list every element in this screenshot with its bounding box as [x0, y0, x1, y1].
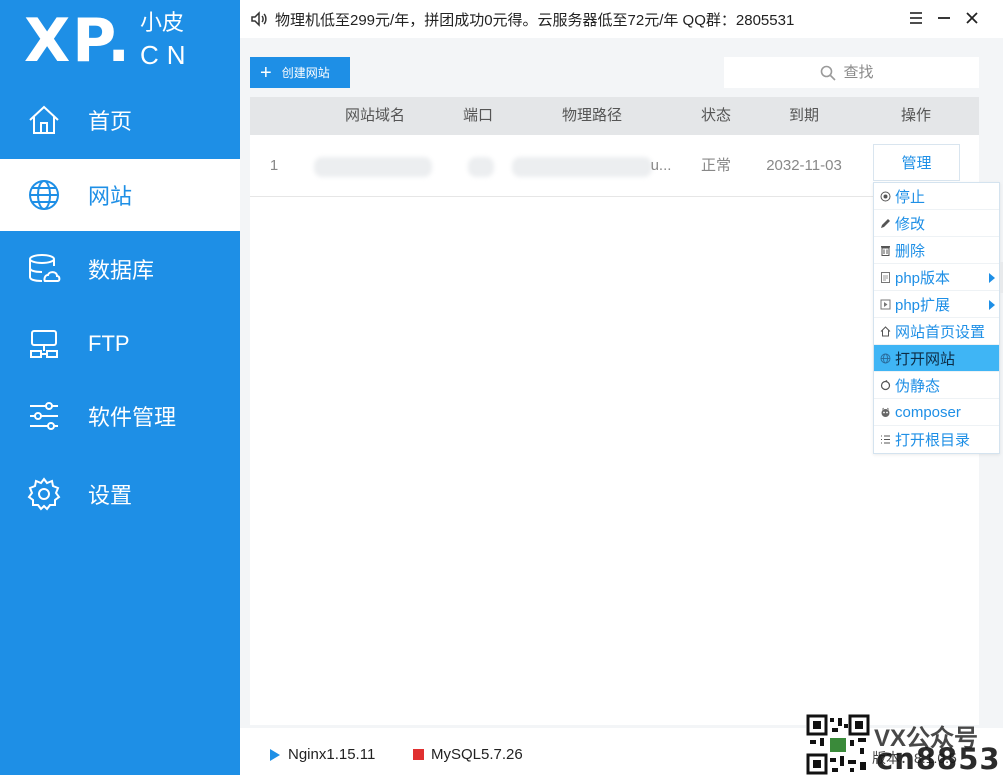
play-icon: [270, 748, 280, 761]
composer-icon: [875, 399, 895, 426]
website-table: 网站域名 端口 物理路径 状态 到期 操作 1 u... 正常 2032-11-…: [250, 97, 979, 725]
search-icon: [820, 65, 844, 81]
table-header: 网站域名 端口 物理路径 状态 到期 操作: [250, 97, 979, 135]
menu-item-php-version[interactable]: php版本: [874, 264, 999, 291]
nginx-status[interactable]: Nginx1.15.11: [270, 746, 375, 763]
path-redacted: [512, 157, 652, 177]
submenu-arrow-icon: [989, 273, 995, 283]
sidebar-item-label: 首页: [88, 109, 133, 134]
column-header-expiry: 到期: [788, 107, 819, 124]
menu-item-open-website[interactable]: 打开网站: [874, 345, 999, 372]
sidebar-item-label: 数据库: [88, 258, 155, 283]
minimize-icon[interactable]: [934, 8, 954, 28]
port-redacted: [468, 157, 494, 177]
sidebar-item-label: FTP: [88, 331, 130, 356]
path-suffix: u...: [650, 157, 672, 174]
sidebar-item-ftp[interactable]: FTP: [0, 308, 240, 380]
list-icon: [875, 426, 895, 453]
menu-item-label: php扩展: [895, 296, 951, 314]
column-header-port: 端口: [462, 107, 493, 124]
menu-item-homepage-settings[interactable]: 网站首页设置: [874, 318, 999, 345]
plus-icon: +: [260, 61, 272, 84]
close-icon[interactable]: [962, 8, 982, 28]
menu-item-label: 网站首页设置: [895, 323, 986, 341]
sidebar-item-home[interactable]: 首页: [0, 84, 240, 156]
sidebar-item-label: 网站: [88, 184, 133, 209]
qr-code: [806, 714, 870, 775]
logo-sub-cn: 小皮: [140, 10, 185, 35]
notice-text[interactable]: 物理机低至299元/年，拼团成功0元得。云服务器低至72元/年 QQ群：2805…: [275, 9, 794, 30]
search-input[interactable]: [843, 64, 884, 81]
search-box[interactable]: [724, 57, 979, 88]
manage-dropdown-menu: 停止 修改 删除 php版本 php扩展 网站首页设置 打开网站 伪静态 com…: [873, 182, 1000, 454]
column-header-domain: 网站域名: [344, 107, 405, 124]
sidebar-item-website[interactable]: 网站: [0, 159, 240, 231]
gear-icon: [26, 476, 62, 512]
sidebar-item-label: 软件管理: [88, 405, 177, 430]
menu-item-label: composer: [895, 403, 961, 421]
watermark-line-2: cn88531: [876, 742, 1003, 775]
menu-item-composer[interactable]: composer: [874, 399, 999, 426]
status-text: 正常: [700, 157, 731, 174]
database-icon: [26, 251, 62, 287]
menu-item-label: 修改: [895, 215, 926, 233]
sidebar-item-settings[interactable]: 设置: [0, 458, 240, 530]
sidebar-item-database[interactable]: 数据库: [0, 233, 240, 305]
trash-icon: [875, 237, 895, 264]
column-header-path: 物理路径: [561, 107, 622, 124]
menu-item-edit[interactable]: 修改: [874, 210, 999, 237]
sidebar-item-software[interactable]: 软件管理: [0, 380, 240, 452]
menu-item-open-root[interactable]: 打开根目录: [874, 426, 999, 453]
menu-icon[interactable]: [906, 8, 926, 28]
column-header-status: 状态: [700, 107, 731, 124]
speaker-icon: [250, 10, 268, 28]
mysql-label: MySQL5.7.26: [431, 746, 523, 763]
column-header-action: 操作: [900, 107, 931, 124]
sidebar: XP. 小皮 CN 首页 网站 数据库 FTP 软件管理 设置: [0, 0, 240, 775]
top-bar: 物理机低至299元/年，拼团成功0元得。云服务器低至72元/年 QQ群：2805…: [240, 0, 1003, 38]
menu-item-stop[interactable]: 停止: [874, 183, 999, 210]
domain-redacted: [314, 157, 432, 177]
menu-item-label: 打开根目录: [895, 432, 971, 449]
sidebar-item-label: 设置: [88, 483, 133, 508]
refresh-icon: [875, 372, 895, 399]
logo-sub-domain: CN: [140, 40, 194, 70]
table-row[interactable]: 1 u... 正常 2032-11-03 管理: [250, 135, 979, 197]
menu-item-rewrite[interactable]: 伪静态: [874, 372, 999, 399]
home-small-icon: [875, 318, 895, 345]
menu-item-label: php版本: [895, 269, 951, 287]
sliders-icon: [26, 398, 62, 434]
submenu-arrow-icon: [989, 300, 995, 310]
globe-icon: [26, 177, 62, 213]
menu-item-label: 停止: [895, 188, 926, 206]
menu-item-label: 删除: [895, 242, 926, 260]
home-icon: [26, 102, 62, 138]
stop-icon: [875, 183, 895, 210]
menu-item-label: 伪静态: [895, 377, 941, 395]
menu-item-php-extension[interactable]: php扩展: [874, 291, 999, 318]
create-website-button[interactable]: + 创建网站: [250, 57, 350, 88]
ftp-icon: [26, 326, 62, 362]
create-website-label: 创建网站: [281, 66, 330, 80]
edit-icon: [875, 210, 895, 237]
menu-item-label: 打开网站: [895, 350, 956, 368]
stop-square-icon: [413, 749, 424, 760]
mysql-status[interactable]: MySQL5.7.26: [413, 746, 523, 763]
globe-small-icon: [875, 345, 895, 372]
nginx-label: Nginx1.15.11: [288, 746, 376, 763]
manage-button[interactable]: 管理: [873, 144, 960, 181]
php-version-icon: [875, 264, 895, 291]
menu-item-delete[interactable]: 删除: [874, 237, 999, 264]
expiry-date: 2032-11-03: [766, 157, 842, 174]
logo-brand: XP.: [24, 6, 133, 76]
php-extension-icon: [875, 291, 895, 318]
row-index: 1: [269, 157, 279, 174]
